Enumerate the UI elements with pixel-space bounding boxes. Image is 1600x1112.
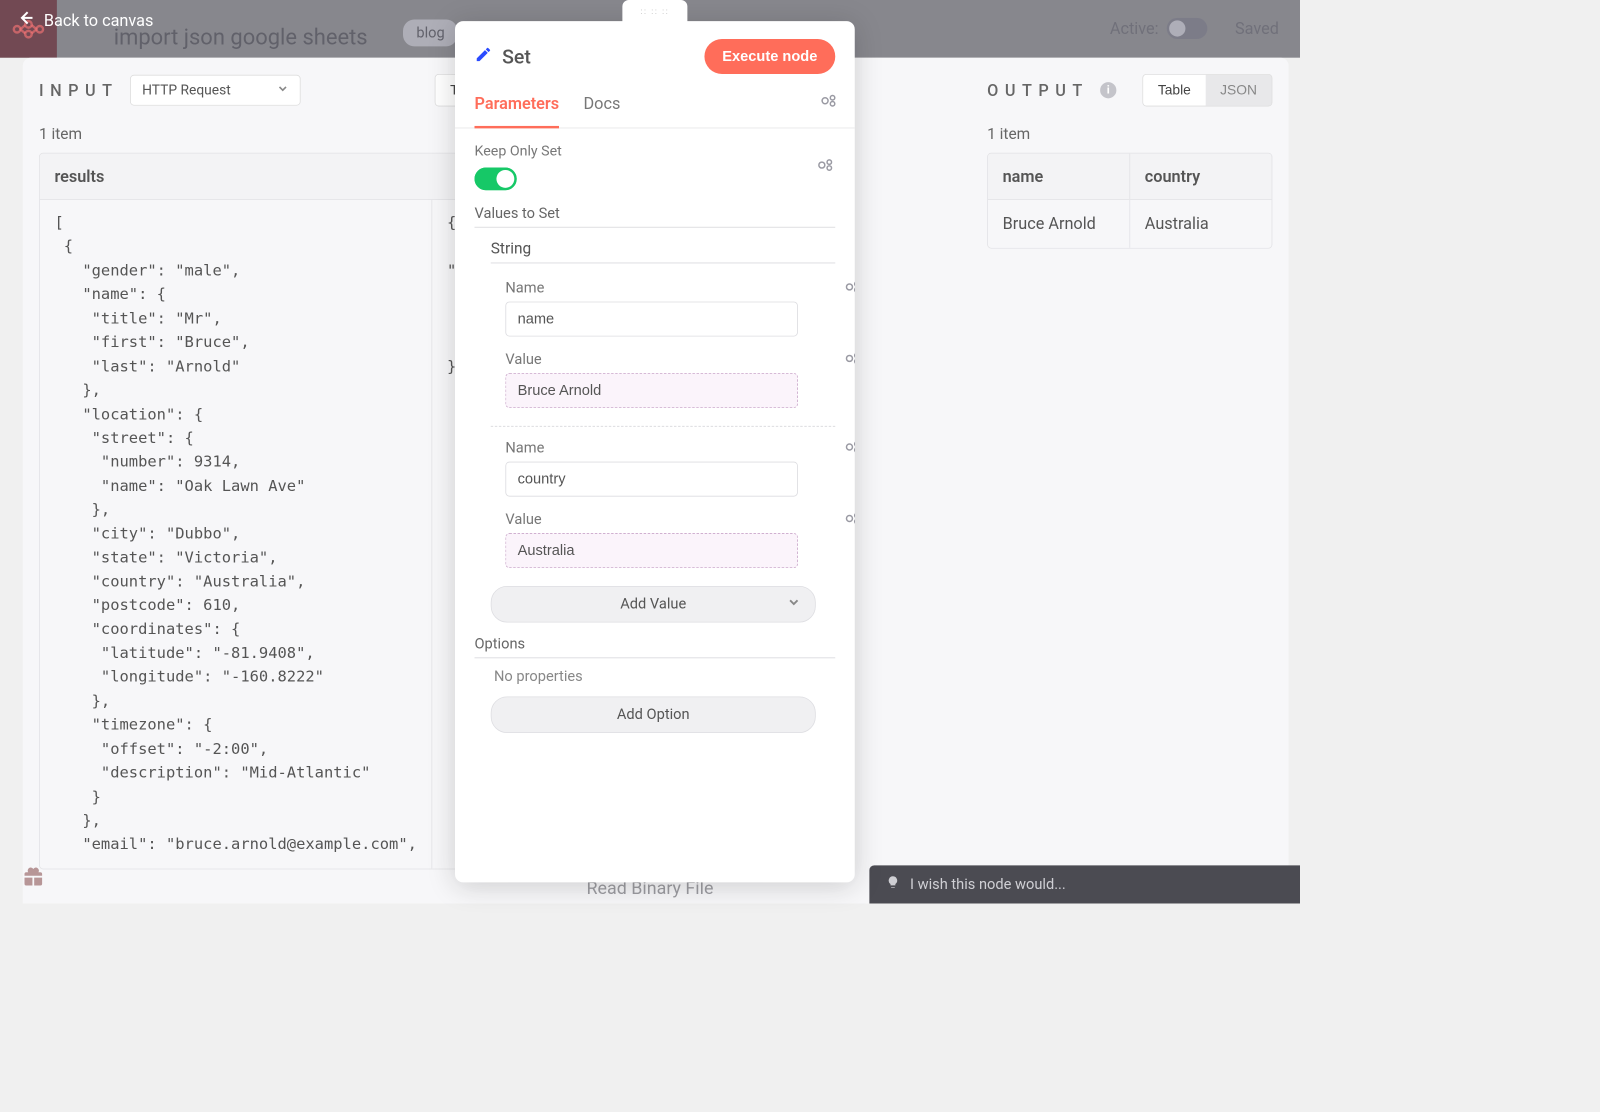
output-item-count: 1 item [987,124,1272,143]
arrow-left-icon [18,10,34,30]
string-section-header: String [491,239,836,263]
field-name-gear-1[interactable] [845,440,855,458]
node-tabs: Parameters Docs [455,82,855,128]
feedback-text: I wish this node would... [910,876,1066,893]
pencil-icon [475,45,493,68]
active-toggle[interactable] [1167,18,1208,39]
top-right-controls: Active: Saved [1110,18,1279,39]
options-header: Options [475,635,836,658]
values-to-set-header: Values to Set [475,205,836,228]
field-name-label-0: Name [505,280,835,297]
input-title: INPUT [39,80,119,100]
active-label: Active: [1110,19,1159,39]
no-properties-text: No properties [494,668,835,685]
node-settings-icon[interactable] [821,93,839,111]
execute-node-button[interactable]: Execute node [704,39,835,74]
drag-handle[interactable]: :: :: :: [622,0,687,23]
output-cell-name: Bruce Arnold [988,200,1130,248]
chevron-down-icon [277,82,288,98]
input-cell-results[interactable]: [ { "gender": "male", "name": { "title":… [40,200,433,869]
field-name-input-0[interactable] [505,301,798,336]
output-col-country: country [1130,154,1271,200]
output-view-toggle: Table JSON [1142,74,1272,107]
gift-icon[interactable] [23,866,44,892]
add-option-button[interactable]: Add Option [491,696,816,733]
input-source-value: HTTP Request [142,82,231,98]
field-value-gear-0[interactable] [845,351,855,369]
field-value-gear-1[interactable] [845,511,855,529]
node-name: Set [502,45,531,68]
output-view-table[interactable]: Table [1143,75,1205,106]
field-name-label-1: Name [505,440,835,457]
output-panel: OUTPUT i Table JSON 1 item name country … [987,74,1272,887]
field-divider [491,426,836,427]
back-label: Back to canvas [44,10,153,30]
add-value-button[interactable]: Add Value [491,586,816,623]
node-title[interactable]: Set [475,45,531,68]
output-col-name: name [988,154,1130,200]
tab-docs[interactable]: Docs [584,82,621,128]
field-name-input-1[interactable] [505,462,798,497]
add-value-label: Add Value [620,596,686,613]
field-name-gear-0[interactable] [845,280,855,298]
output-cell-country: Australia [1130,200,1271,248]
saved-status: Saved [1235,19,1279,39]
node-editor-panel: :: :: :: Set Execute node Parameters Doc… [455,21,855,882]
chevron-down-icon [787,596,800,613]
field-value-label-1: Value [505,511,835,528]
field-value-input-1[interactable] [505,533,798,568]
info-icon[interactable]: i [1100,82,1116,98]
output-title: OUTPUT [987,80,1089,100]
output-view-json[interactable]: JSON [1205,75,1271,106]
keep-only-set-gear-icon[interactable] [817,158,835,176]
field-value-input-0[interactable] [505,373,798,408]
back-to-canvas-link[interactable]: Back to canvas [18,10,153,30]
field-value-label-0: Value [505,351,835,368]
lightbulb-icon [886,875,901,894]
input-col-results: results [40,154,483,200]
tab-parameters[interactable]: Parameters [475,82,560,128]
keep-only-set-toggle[interactable] [475,167,517,190]
add-option-label: Add Option [617,706,690,723]
feedback-bar[interactable]: I wish this node would... [869,865,1300,903]
input-source-select[interactable]: HTTP Request [130,75,301,106]
keep-only-set-label: Keep Only Set [475,143,562,159]
output-table: name country Bruce Arnold Australia [987,153,1272,249]
workflow-tag[interactable]: blog [403,20,457,47]
